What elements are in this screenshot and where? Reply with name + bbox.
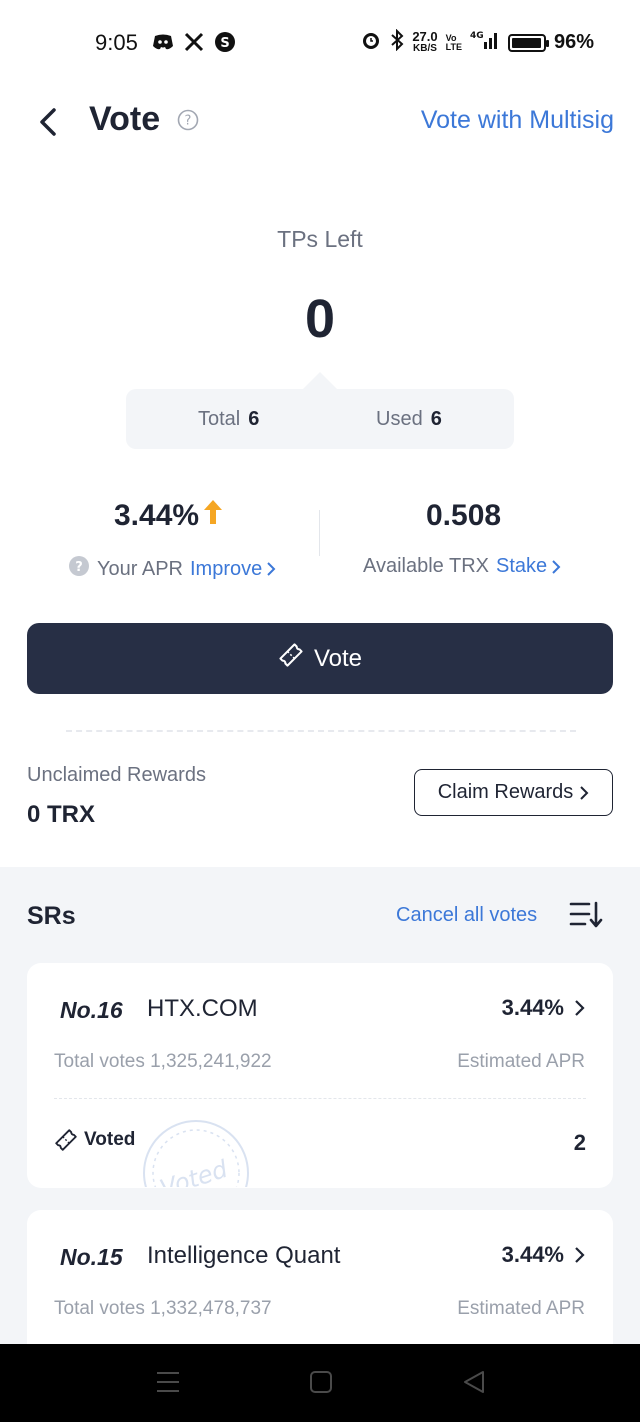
chevron-right-icon [575, 1247, 585, 1263]
svg-text:S: S [220, 36, 229, 51]
srs-title: SRs [27, 902, 76, 930]
sr-name: Intelligence Quant [147, 1242, 341, 1269]
trx-label-row: Available TRX Stake [363, 555, 561, 578]
available-trx-value: 0.508 [426, 499, 502, 532]
apr-help-icon[interactable]: ? [68, 555, 90, 583]
apr-value: 3.44% [114, 499, 223, 533]
tp-used: Used 6 [376, 408, 442, 430]
header: Vote ? Vote with Multisig [0, 96, 640, 148]
battery-icon [507, 33, 549, 52]
section-divider [66, 730, 576, 732]
improve-link[interactable]: Improve [190, 558, 276, 581]
volte-indicator: Vo LTE [445, 32, 462, 52]
discord-icon [152, 33, 174, 56]
back-nav-icon[interactable] [462, 1370, 486, 1399]
tp-summary-box: Total 6 Used 6 [126, 389, 514, 449]
svg-text:?: ? [185, 114, 192, 129]
trx-label: Available TRX [363, 555, 489, 577]
back-button[interactable] [32, 104, 68, 140]
vote-with-multisig-link[interactable]: Vote with Multisig [421, 106, 614, 135]
vote-button[interactable]: Vote [27, 623, 613, 694]
page-title: Vote [89, 100, 161, 138]
signal-icon: 4G [470, 29, 500, 56]
bluetooth-icon [390, 28, 404, 56]
card-divider [54, 1098, 586, 1099]
voted-label: Voted [54, 1128, 135, 1152]
sr-total-votes: Total votes 1,332,478,737 [54, 1298, 272, 1319]
sr-name: HTX.COM [147, 995, 258, 1022]
status-time: 9:05 [95, 30, 138, 55]
tp-total: Total 6 [198, 408, 260, 430]
tps-left-label: TPs Left [277, 226, 363, 252]
sr-apr-label: Estimated APR [457, 1298, 585, 1319]
svg-text:4G: 4G [470, 31, 484, 41]
battery-percent: 96% [553, 31, 594, 53]
ticket-icon [278, 642, 304, 675]
alarm-icon [360, 29, 382, 56]
cancel-all-votes-link[interactable]: Cancel all votes [396, 904, 537, 927]
x-icon [184, 32, 204, 57]
voted-stamp-text: Voted [156, 1155, 231, 1187]
chevron-right-icon [267, 562, 276, 576]
unclaimed-rewards-value: 0 TRX [27, 801, 96, 828]
home-icon[interactable] [309, 1370, 333, 1399]
unclaimed-rewards-label: Unclaimed Rewards [27, 764, 206, 786]
chevron-right-icon [575, 1000, 585, 1016]
status-bar: 9:05 S 27.0 KB/S Vo LTE 4G 96% [0, 0, 640, 86]
apr-label-row: ? Your APR Improve [68, 555, 276, 583]
voted-stamp-icon: Voted [139, 1111, 253, 1188]
stake-link[interactable]: Stake [496, 555, 561, 578]
sr-apr-label: Estimated APR [457, 1051, 585, 1072]
chevron-right-icon [552, 559, 561, 574]
stats-divider [319, 510, 320, 556]
sr-card[interactable]: No.16 HTX.COM 3.44% Total votes 1,325,24… [27, 963, 613, 1188]
sr-rank: No.15 [60, 1244, 123, 1270]
apr-up-arrow-icon [203, 499, 223, 533]
svg-text:?: ? [75, 560, 83, 575]
help-icon[interactable]: ? [177, 109, 199, 136]
sr-apr: 3.44% [502, 1242, 585, 1268]
apr-label: Your APR [97, 557, 183, 580]
voted-count: 2 [573, 1130, 586, 1155]
system-icons: 27.0 KB/S Vo LTE 4G 96% [360, 28, 594, 56]
claim-rewards-label: Claim Rewards [437, 781, 574, 803]
vote-button-label: Vote [313, 644, 363, 672]
sr-apr: 3.44% [502, 995, 585, 1021]
menu-icon[interactable] [156, 1370, 180, 1399]
chevron-right-icon [580, 785, 589, 800]
notification-icons: S [152, 31, 236, 58]
tps-left-value: 0 [304, 289, 336, 349]
sort-icon[interactable] [569, 900, 603, 935]
sr-total-votes: Total votes 1,325,241,922 [54, 1051, 272, 1072]
net-speed: 27.0 KB/S [412, 28, 438, 54]
system-nav-bar [0, 1344, 640, 1422]
claim-rewards-button[interactable]: Claim Rewards [414, 769, 613, 816]
sr-rank: No.16 [60, 997, 123, 1023]
ticket-icon [55, 1129, 77, 1151]
threads-icon: S [214, 31, 236, 58]
